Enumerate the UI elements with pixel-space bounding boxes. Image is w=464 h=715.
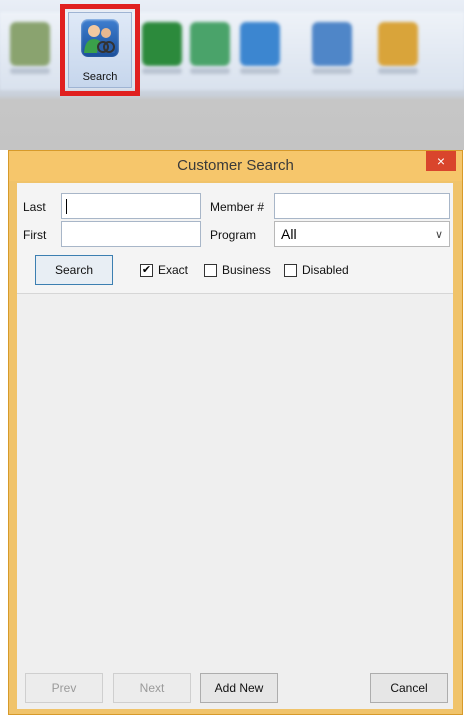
results-list[interactable] xyxy=(17,298,453,638)
next-button[interactable]: Next xyxy=(113,673,191,703)
last-name-label: Last xyxy=(23,200,46,214)
app-toolbar: Search xyxy=(0,0,464,150)
add-new-button[interactable]: Add New xyxy=(200,673,278,703)
toolbar-tool-label xyxy=(10,68,50,74)
disabled-checkbox[interactable] xyxy=(284,264,297,277)
chevron-down-icon: ∨ xyxy=(434,229,443,241)
cancel-button[interactable]: Cancel xyxy=(370,673,448,703)
business-label: Business xyxy=(222,263,271,277)
exact-label: Exact xyxy=(158,263,189,277)
search-button[interactable]: Search xyxy=(35,255,113,285)
toolbar-tool-label xyxy=(240,68,280,74)
customer-search-dialog: Customer Search × Last First Member # Pr… xyxy=(8,150,463,715)
program-label: Program xyxy=(210,228,257,242)
toolbar-tool-icon[interactable] xyxy=(190,22,230,66)
toolbar-tool-icon[interactable] xyxy=(240,22,280,66)
toolbar-tool-icon[interactable] xyxy=(312,22,352,66)
toolbar-tool-icon[interactable] xyxy=(142,22,182,66)
first-name-input[interactable] xyxy=(61,221,201,247)
highlight-box xyxy=(60,4,140,96)
exact-checkbox[interactable]: ✔ xyxy=(140,264,153,277)
toolbar-tool-label xyxy=(312,68,352,74)
dialog-titlebar[interactable]: Customer Search × xyxy=(9,151,462,181)
disabled-label: Disabled xyxy=(302,263,349,277)
first-name-label: First xyxy=(23,228,47,242)
program-selected-value: All xyxy=(281,226,297,242)
dialog-content: Last First Member # Program All ∨ Search… xyxy=(17,183,453,709)
search-filters-panel: Last First Member # Program All ∨ Search… xyxy=(17,183,453,294)
program-select[interactable]: All ∨ xyxy=(274,221,450,247)
last-name-input[interactable] xyxy=(61,193,201,219)
close-button[interactable]: × xyxy=(426,151,456,171)
text-caret xyxy=(66,199,67,214)
prev-button[interactable]: Prev xyxy=(25,673,103,703)
member-number-field[interactable] xyxy=(275,194,449,218)
toolbar-tool-icon[interactable] xyxy=(10,22,50,66)
toolbar-tool-label xyxy=(142,68,182,74)
last-name-field[interactable] xyxy=(62,194,200,218)
first-name-field[interactable] xyxy=(62,222,200,246)
toolbar-tool-label xyxy=(190,68,230,74)
dialog-title: Customer Search xyxy=(177,157,294,174)
member-number-label: Member # xyxy=(210,200,265,214)
member-number-input[interactable] xyxy=(274,193,450,219)
close-icon: × xyxy=(436,153,446,169)
toolbar-tool-label xyxy=(378,68,418,74)
toolbar-tool-icon[interactable] xyxy=(378,22,418,66)
business-checkbox[interactable] xyxy=(204,264,217,277)
